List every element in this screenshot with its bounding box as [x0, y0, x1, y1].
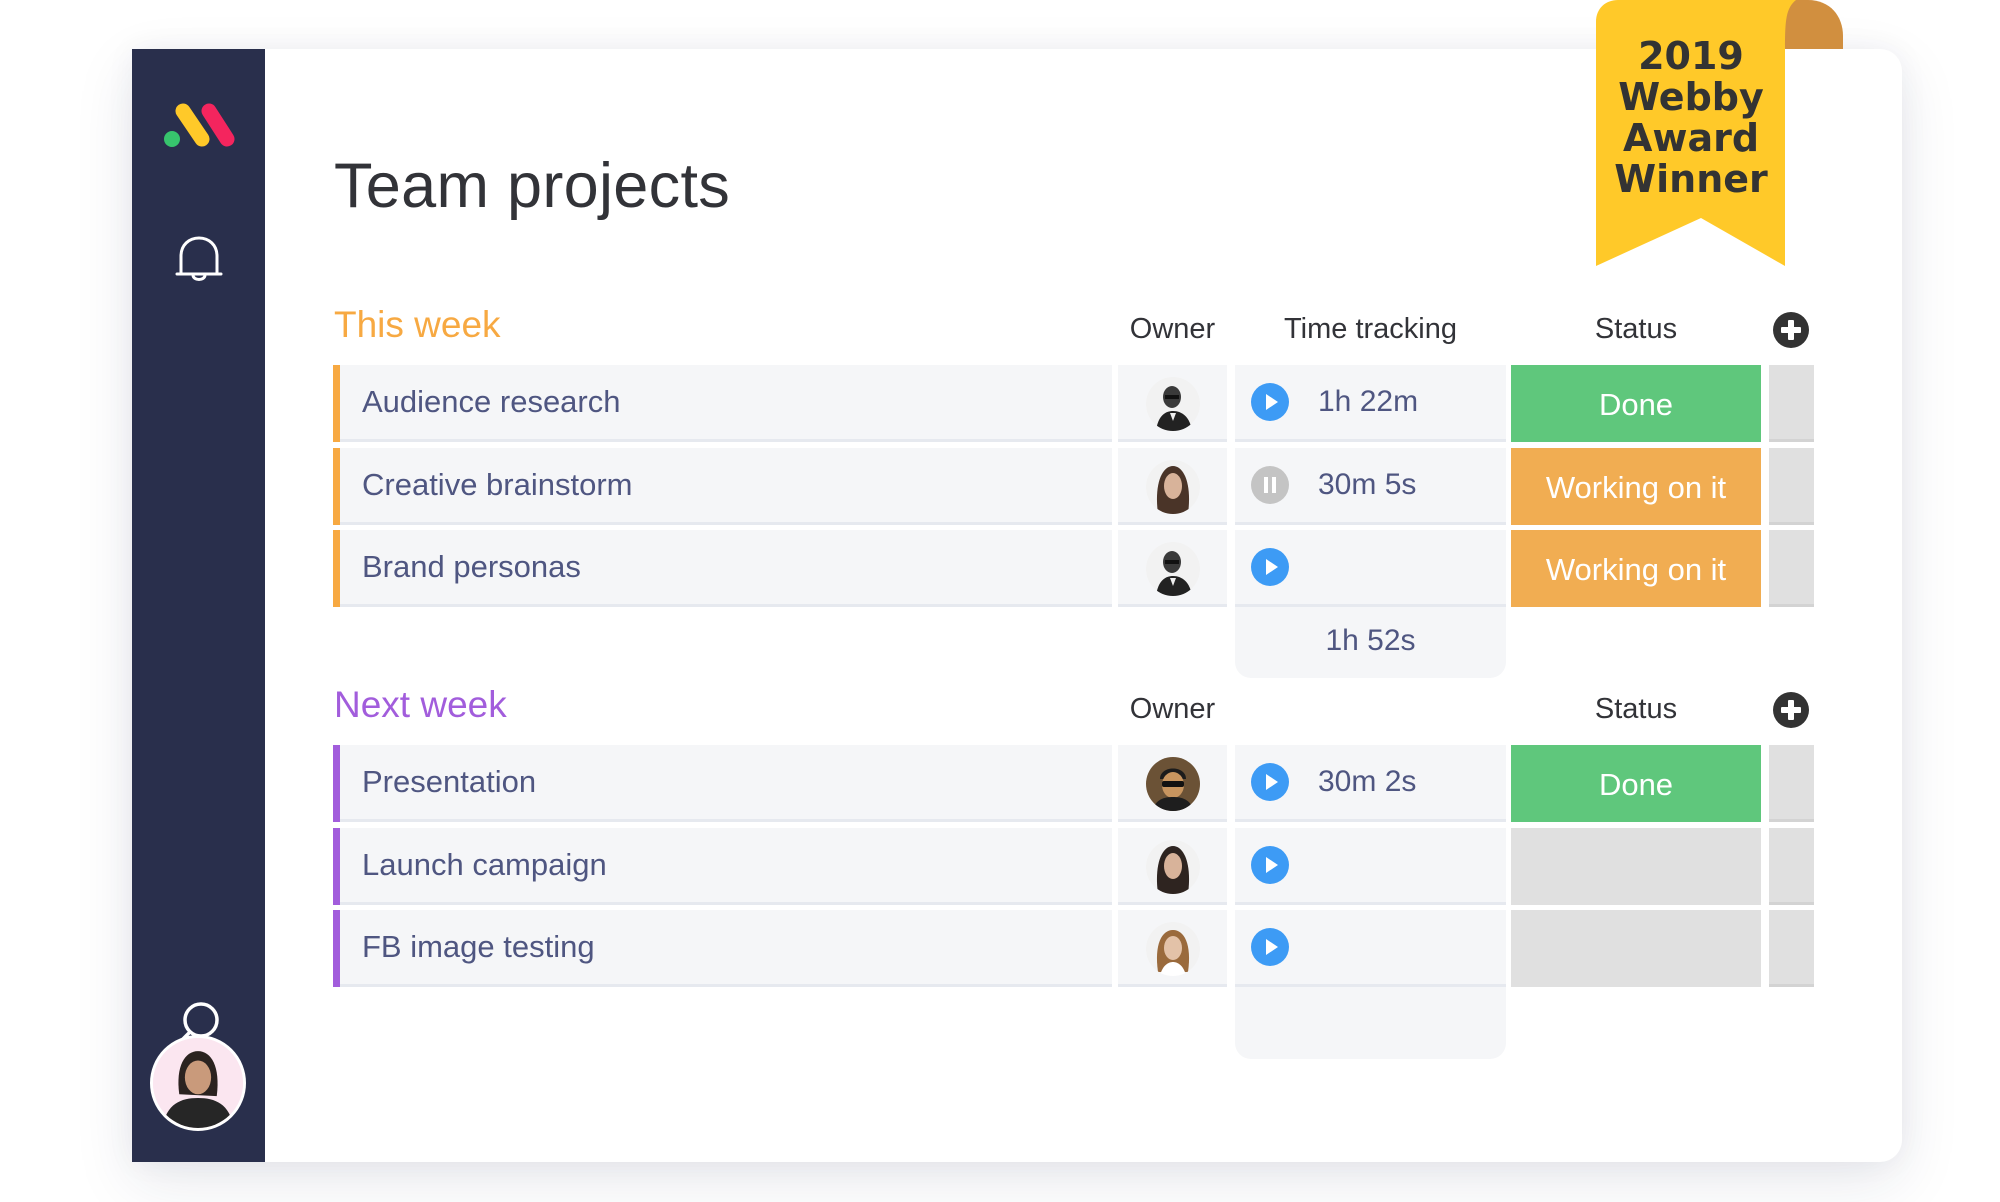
empty-column-cell[interactable] [1769, 745, 1814, 822]
item-name-cell[interactable]: Creative brainstorm [333, 448, 1112, 525]
badge-line: Winner [1614, 157, 1768, 201]
owner-avatar[interactable] [1146, 460, 1200, 514]
owner-avatar[interactable] [1146, 757, 1200, 811]
add-column-button[interactable] [1772, 691, 1810, 729]
time-tracking-total: 1h 52s [1235, 607, 1506, 678]
item-name[interactable]: Presentation [362, 745, 536, 819]
item-name[interactable]: Brand personas [362, 530, 581, 604]
time-tracking-cell [1235, 828, 1506, 905]
play-icon[interactable] [1251, 383, 1289, 421]
user-avatar-portrait [153, 1038, 243, 1128]
owner-portrait-woman [1146, 460, 1200, 514]
owner-portrait-man [1146, 377, 1200, 431]
time-tracking-total [1235, 987, 1506, 1059]
pause-icon[interactable] [1251, 466, 1289, 504]
time-value: 30m 5s [1318, 468, 1417, 501]
owner-avatar[interactable] [1146, 377, 1200, 431]
empty-column-cell[interactable] [1769, 448, 1814, 525]
empty-column-cell[interactable] [1769, 828, 1814, 905]
owner-avatar[interactable] [1146, 542, 1200, 596]
item-name[interactable]: Creative brainstorm [362, 448, 632, 522]
status-cell-empty[interactable] [1511, 828, 1761, 905]
owner-avatar[interactable] [1146, 840, 1200, 894]
owner-portrait-man [1146, 542, 1200, 596]
column-header-time-tracking[interactable]: Time tracking [1235, 313, 1506, 346]
column-header-owner[interactable]: Owner [1118, 313, 1227, 346]
status-cell-done[interactable]: Done [1511, 745, 1761, 822]
empty-column-cell[interactable] [1769, 365, 1814, 442]
group-color-bar [333, 448, 340, 525]
item-name-cell[interactable]: Audience research [333, 365, 1112, 442]
item-name-cell[interactable]: Brand personas [333, 530, 1112, 607]
owner-portrait-woman [1146, 840, 1200, 894]
add-column-button[interactable] [1772, 311, 1810, 349]
user-avatar[interactable] [150, 1035, 246, 1131]
empty-column-cell[interactable] [1769, 910, 1814, 987]
group-title-next-week[interactable]: Next week [334, 684, 507, 726]
sidebar [132, 49, 265, 1162]
column-header-owner[interactable]: Owner [1118, 693, 1227, 726]
item-name[interactable]: FB image testing [362, 910, 595, 984]
time-tracking-cell [1235, 910, 1506, 987]
item-name[interactable]: Launch campaign [362, 828, 607, 902]
badge-line: Award [1622, 116, 1760, 160]
status-cell-empty[interactable] [1511, 910, 1761, 987]
badge-line: 2019 [1638, 34, 1744, 78]
item-name-cell[interactable]: Presentation [333, 745, 1112, 822]
time-value: 30m 2s [1318, 765, 1417, 798]
group-color-bar [333, 745, 340, 822]
group-color-bar [333, 828, 340, 905]
status-cell-done[interactable]: Done [1511, 365, 1761, 442]
item-name[interactable]: Audience research [362, 365, 621, 439]
time-tracking-cell: 30m 5s [1235, 448, 1506, 525]
time-tracking-cell [1235, 530, 1506, 607]
column-header-status[interactable]: Status [1511, 693, 1761, 726]
owner-cell[interactable] [1118, 828, 1227, 905]
empty-column-cell[interactable] [1769, 530, 1814, 607]
column-header-status[interactable]: Status [1511, 313, 1761, 346]
item-name-cell[interactable]: FB image testing [333, 910, 1112, 987]
owner-avatar[interactable] [1146, 922, 1200, 976]
group-color-bar [333, 530, 340, 607]
item-name-cell[interactable]: Launch campaign [333, 828, 1112, 905]
award-badge-text: 2019 Webby Award Winner [1596, 36, 1786, 200]
status-cell-working[interactable]: Working on it [1511, 448, 1761, 525]
time-tracking-cell: 30m 2s [1235, 745, 1506, 822]
owner-cell[interactable] [1118, 745, 1227, 822]
monday-logo-icon[interactable] [163, 101, 235, 149]
group-color-bar [333, 365, 340, 442]
play-icon[interactable] [1251, 548, 1289, 586]
owner-cell[interactable] [1118, 448, 1227, 525]
page-title: Team projects [334, 151, 731, 221]
owner-portrait-man-sunglasses [1146, 757, 1200, 811]
owner-cell[interactable] [1118, 910, 1227, 987]
group-color-bar [333, 910, 340, 987]
owner-cell[interactable] [1118, 530, 1227, 607]
owner-portrait-woman-blonde [1146, 922, 1200, 976]
bell-icon[interactable] [175, 234, 223, 286]
play-icon[interactable] [1251, 763, 1289, 801]
group-title-this-week[interactable]: This week [334, 304, 501, 346]
status-cell-working[interactable]: Working on it [1511, 530, 1761, 607]
time-value: 1h 22m [1318, 385, 1419, 418]
play-icon[interactable] [1251, 928, 1289, 966]
time-tracking-cell: 1h 22m [1235, 365, 1506, 442]
badge-line: Webby [1618, 75, 1764, 119]
play-icon[interactable] [1251, 846, 1289, 884]
owner-cell[interactable] [1118, 365, 1227, 442]
